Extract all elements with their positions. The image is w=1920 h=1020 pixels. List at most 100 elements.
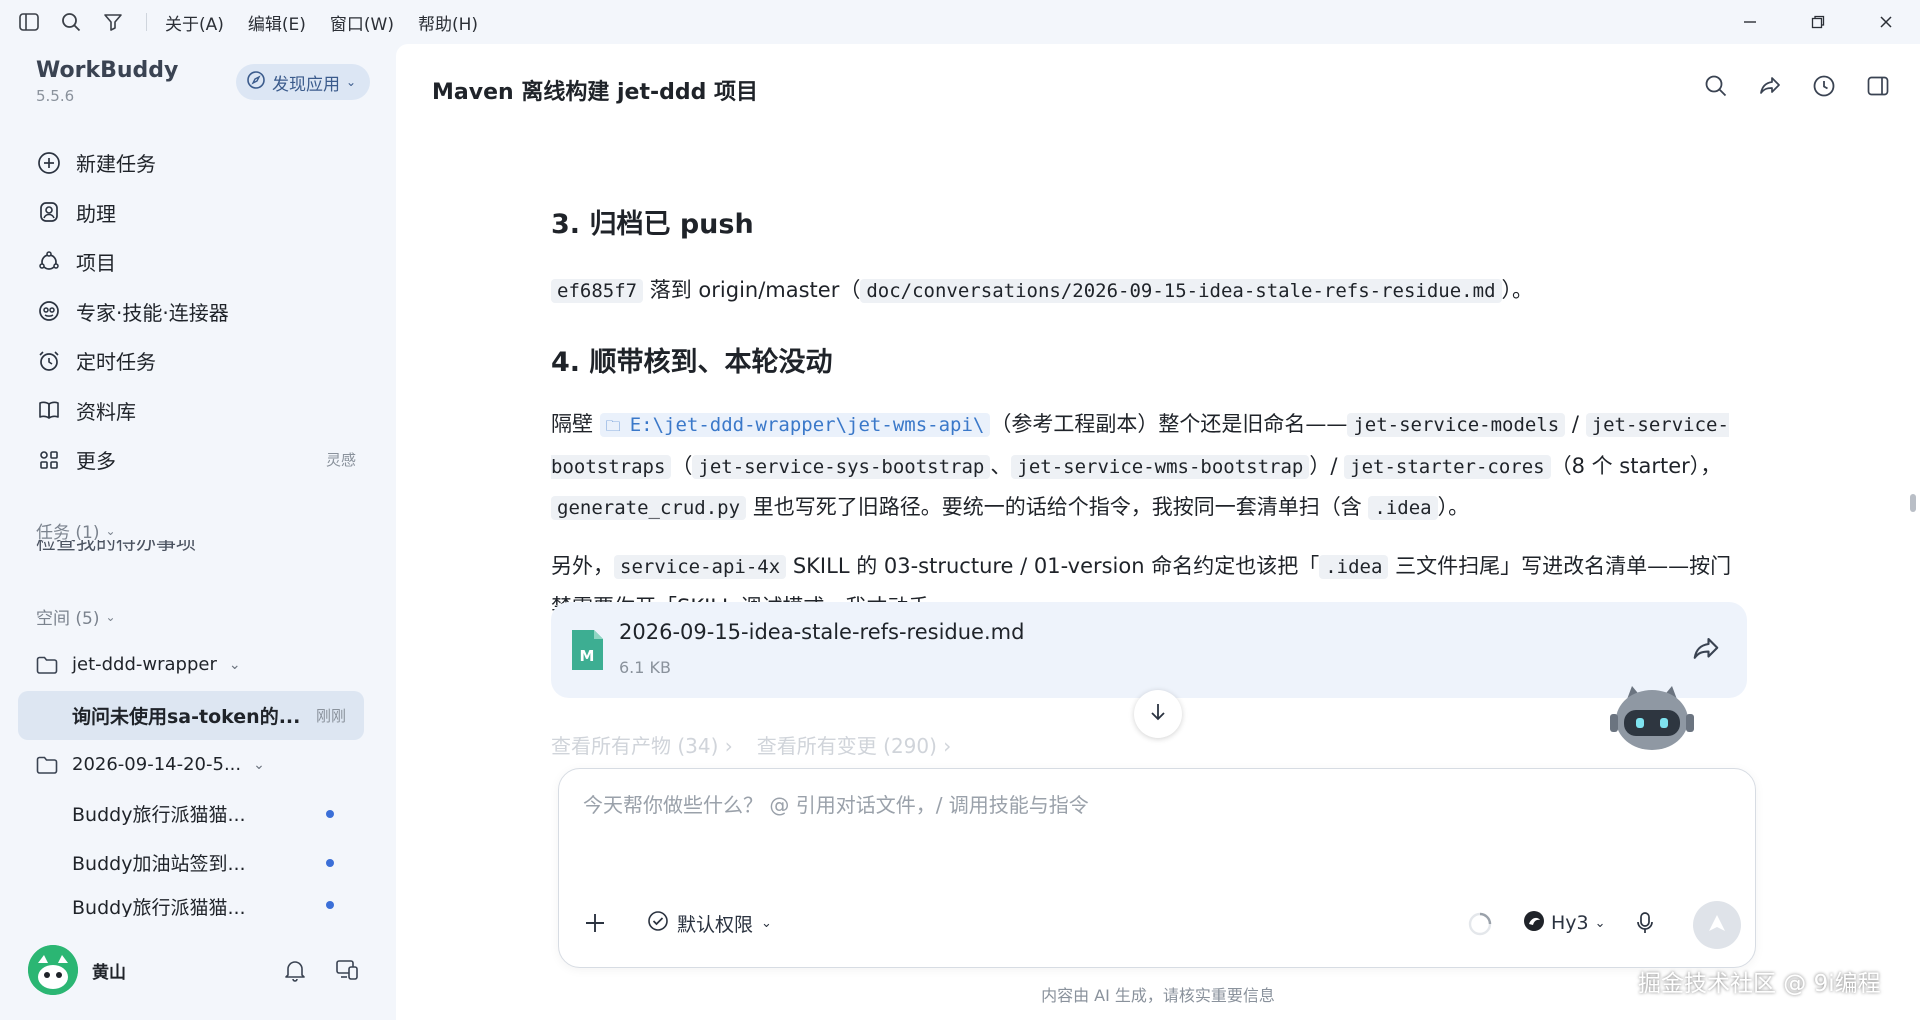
space-item[interactable]: 2026-09-14-20-5... ⌄ <box>20 740 376 789</box>
close-icon[interactable] <box>1852 0 1920 44</box>
menu-window[interactable]: 窗口(W) <box>330 10 394 35</box>
history-icon[interactable] <box>1810 72 1838 100</box>
model-logo-icon <box>1523 910 1545 937</box>
path-link[interactable]: 🗀 E:\jet-ddd-wrapper\jet-wms-api\ <box>599 413 991 437</box>
nav-project[interactable]: 项目 <box>20 237 376 287</box>
panel-toggle-icon[interactable] <box>1864 72 1892 100</box>
user-bar: 黄山 <box>28 944 368 996</box>
folder-icon: 🗀 <box>605 417 630 435</box>
text-span: （8 个 starter）， <box>1550 454 1722 478</box>
apps-icon <box>36 447 62 473</box>
file-attachment-card[interactable]: M 2026-09-15-idea-stale-refs-residue.md … <box>551 602 1747 698</box>
footer-links: 查看所有产物 (34) › 查看所有变更 (290) › <box>551 730 951 759</box>
conversation-label: Buddy旅行派猫猫... <box>72 897 246 917</box>
main-nav: 新建任务 助理 项目 专家·技能·连接器 定时任务 资料库 更多 灵感 <box>20 138 376 485</box>
model-selector[interactable]: Hy3 ⌄ <box>1523 909 1606 937</box>
section-heading-3: 3. 归档已 push <box>551 209 754 240</box>
text-span: （ <box>671 454 693 478</box>
inline-code: jet-service-wms-bootstrap <box>1011 455 1310 479</box>
device-icon[interactable] <box>334 957 360 983</box>
loading-spinner-icon <box>1468 912 1492 936</box>
title-separator <box>146 13 147 31</box>
menu-edit[interactable]: 编辑(E) <box>248 10 306 35</box>
inline-code: doc/conversations/2026-09-15-idea-stale-… <box>860 279 1502 303</box>
conversation-item[interactable]: Buddy旅行派猫猫... <box>18 789 364 838</box>
text-span: / <box>1565 412 1586 436</box>
nav-label: 更多 <box>76 449 116 474</box>
avatar[interactable] <box>28 945 78 995</box>
discover-apps-button[interactable]: 发现应用 ⌄ <box>236 64 371 100</box>
nav-label: 助理 <box>76 201 116 226</box>
nav-new-task[interactable]: 新建任务 <box>20 138 376 188</box>
sidebar-toggle-icon[interactable] <box>18 11 40 33</box>
view-changes-link[interactable]: 查看所有变更 (290) › <box>757 730 952 759</box>
nav-experts[interactable]: 专家·技能·连接器 <box>20 287 376 337</box>
nav-scheduled[interactable]: 定时任务 <box>20 336 376 386</box>
restore-icon[interactable] <box>1784 0 1852 44</box>
share-icon[interactable] <box>1691 634 1721 664</box>
conversation-item[interactable]: Buddy旅行派猫猫... <box>18 887 364 917</box>
conversation-item[interactable]: 询问未使用sa-token的... 刚刚 <box>18 691 364 740</box>
filter-icon[interactable] <box>102 11 124 33</box>
chevron-down-icon: ⌄ <box>761 915 772 931</box>
text-span: ）。 <box>1501 278 1534 302</box>
paragraph-push: ef685f7 落到 origin/master（ doc/conversatio… <box>551 270 1751 311</box>
minimize-icon[interactable] <box>1716 0 1784 44</box>
inline-code: generate_crud.py <box>551 496 747 520</box>
chat-input-placeholder[interactable]: 今天帮你做些什么？ @ 引用对话文件，/ 调用技能与指令 <box>583 789 1089 818</box>
search-icon[interactable] <box>1702 72 1730 100</box>
view-artifacts-link[interactable]: 查看所有产物 (34) › <box>551 730 733 759</box>
text-span: 另外， <box>551 554 614 578</box>
chevron-down-icon: ⌄ <box>105 523 116 538</box>
task-item-cutoff[interactable]: 检查我的待办事项 <box>36 540 356 552</box>
sidebar: WorkBuddy 5.5.6 发现应用 ⌄ 新建任务 助理 项目 专家·技能·… <box>0 44 396 1020</box>
spaces-section-header[interactable]: 空间 (5) ⌄ <box>36 604 116 629</box>
scroll-to-bottom-button[interactable] <box>1134 690 1182 738</box>
unread-dot <box>326 858 334 867</box>
text-span: （参考工程副本）整个还是旧命名—— <box>990 412 1348 436</box>
space-item[interactable]: jet-ddd-wrapper ⌄ <box>20 640 376 689</box>
microphone-icon[interactable] <box>1631 909 1659 937</box>
inline-code: ef685f7 <box>551 279 644 303</box>
add-attachment-button[interactable] <box>581 909 609 937</box>
nav-label: 新建任务 <box>76 152 156 177</box>
chevron-down-icon: ⌄ <box>253 756 265 773</box>
project-icon <box>36 249 62 275</box>
folder-icon <box>36 753 60 777</box>
chat-composer[interactable]: 今天帮你做些什么？ @ 引用对话文件，/ 调用技能与指令 默认权限 ⌄ Hy3 … <box>558 768 1756 968</box>
space-label: 2026-09-14-20-5... <box>72 754 242 775</box>
markdown-file-icon: M <box>572 630 603 670</box>
inline-code: jet-service-models <box>1347 413 1566 437</box>
nav-assistant[interactable]: 助理 <box>20 188 376 238</box>
bell-icon[interactable] <box>282 957 308 983</box>
nav-library[interactable]: 资料库 <box>20 386 376 436</box>
inline-code: .idea <box>1368 496 1438 520</box>
watermark: 掘金技术社区 @ 9i编程 <box>1638 971 1881 997</box>
nav-more[interactable]: 更多 灵感 <box>20 435 376 485</box>
chevron-down-icon: ⌄ <box>1594 915 1606 931</box>
conversation-time: 刚刚 <box>315 707 346 725</box>
title-bar: 关于(A) 编辑(E) 窗口(W) 帮助(H) <box>0 0 1920 44</box>
arrow-down-icon <box>1147 701 1169 727</box>
user-name: 黄山 <box>92 962 126 983</box>
permission-label: 默认权限 <box>677 913 754 936</box>
scrollbar-thumb[interactable] <box>1910 494 1916 512</box>
unread-dot <box>326 901 334 909</box>
page-title: Maven 离线构建 jet-ddd 项目 <box>432 80 758 105</box>
shield-check-icon <box>647 910 669 937</box>
app-version: 5.5.6 <box>36 87 75 105</box>
robot-mascot-icon[interactable] <box>1608 680 1696 760</box>
permission-selector[interactable]: 默认权限 ⌄ <box>647 909 772 937</box>
share-icon[interactable] <box>1756 72 1784 100</box>
chevron-down-icon: ⌄ <box>228 656 241 673</box>
book-icon <box>36 397 62 423</box>
text-span: SKILL 的 03-structure / 01-version 命名约定也该… <box>786 554 1320 578</box>
send-button[interactable] <box>1693 901 1741 949</box>
menu-help[interactable]: 帮助(H) <box>418 10 478 35</box>
menu-about[interactable]: 关于(A) <box>165 10 224 35</box>
conversation-item[interactable]: Buddy加油站签到... <box>18 838 364 887</box>
search-icon[interactable] <box>60 11 82 33</box>
assistant-icon <box>36 199 62 225</box>
space-label: jet-ddd-wrapper <box>72 654 217 675</box>
text-span: 落到 origin/master（ <box>643 278 861 302</box>
